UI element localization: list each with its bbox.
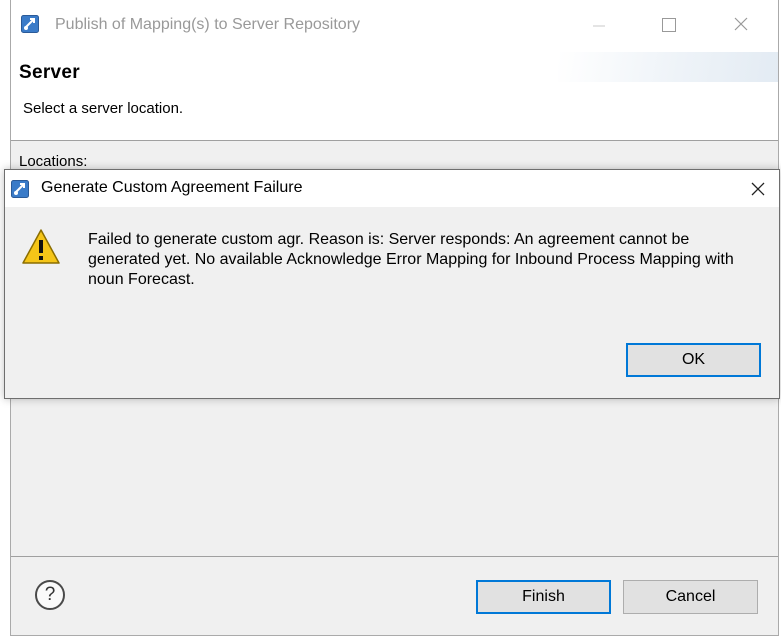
locations-label: Locations: [19, 153, 88, 170]
close-icon[interactable] [721, 6, 761, 42]
page-title: Server [19, 62, 80, 83]
warning-icon [22, 229, 60, 264]
dialog-titlebar: Generate Custom Agreement Failure [5, 170, 779, 207]
main-titlebar: Publish of Mapping(s) to Server Reposito… [11, 0, 778, 52]
app-icon [21, 15, 39, 33]
dialog-title: Generate Custom Agreement Failure [41, 179, 303, 196]
main-window-title: Publish of Mapping(s) to Server Reposito… [55, 16, 361, 33]
error-dialog: Generate Custom Agreement Failure Failed… [4, 169, 780, 399]
ok-button[interactable]: OK [626, 343, 761, 377]
error-message: Failed to generate custom agr. Reason is… [88, 231, 734, 288]
maximize-icon[interactable] [649, 6, 689, 42]
finish-button[interactable]: Finish [476, 580, 611, 614]
minimize-icon[interactable] [579, 6, 619, 42]
wizard-header: Server Select a server location. [11, 52, 778, 141]
footer-divider [11, 556, 778, 557]
page-description: Select a server location. [23, 100, 184, 117]
cancel-button[interactable]: Cancel [623, 580, 758, 614]
app-icon [11, 180, 29, 198]
header-banner [558, 52, 778, 82]
close-icon[interactable] [743, 175, 773, 203]
help-icon[interactable]: ? [35, 580, 65, 610]
